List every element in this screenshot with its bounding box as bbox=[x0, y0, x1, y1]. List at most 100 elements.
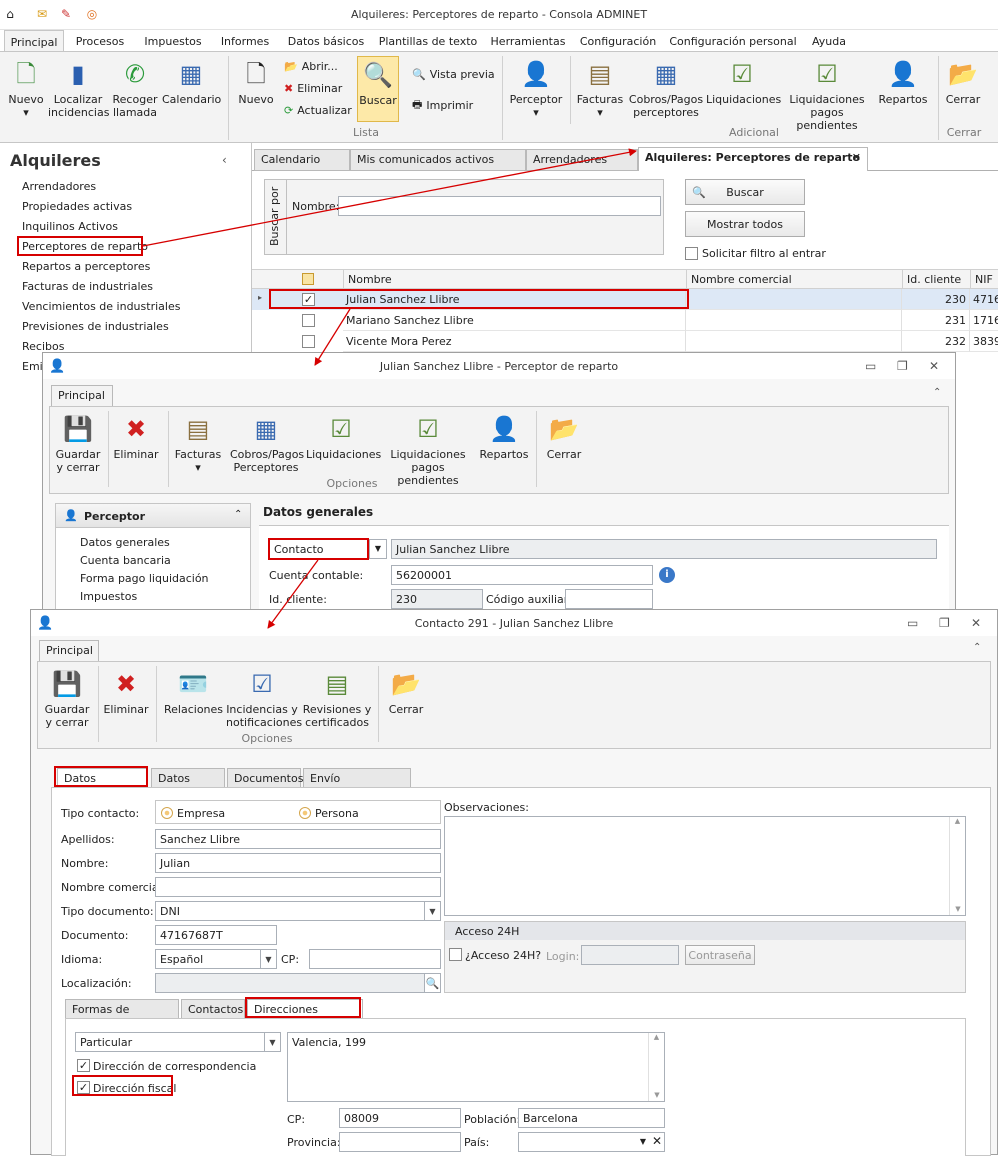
eliminar-button[interactable]: ✖ Eliminar bbox=[284, 82, 342, 95]
collapse-ribbon-icon[interactable]: ⌃ bbox=[933, 387, 941, 398]
idioma-select[interactable]: Español ▼ bbox=[155, 949, 277, 969]
solicitar-filtro-checkbox[interactable] bbox=[685, 247, 698, 260]
table-row[interactable]: Vicente Mora Perez 232 3839 bbox=[252, 331, 998, 352]
incidencias-button[interactable]: ☑ Incidencias y notificaciones bbox=[226, 668, 302, 730]
tab-plantillas[interactable]: Plantillas de texto bbox=[378, 30, 478, 52]
nombre-comercial-input[interactable] bbox=[155, 877, 441, 897]
liquidaciones-pendientes-button[interactable]: ☑ Liquidaciones pagos pendientes bbox=[380, 413, 476, 488]
codigo-auxiliar-input[interactable] bbox=[565, 589, 653, 609]
row-checkbox[interactable] bbox=[302, 314, 315, 327]
liquidaciones-pendientes-button[interactable]: ☑ Liquidaciones pagos pendientes bbox=[780, 58, 874, 133]
observaciones-textarea[interactable]: ▲ ▼ bbox=[444, 816, 966, 916]
tab-config-personal[interactable]: Configuración personal bbox=[668, 30, 798, 52]
documento-input[interactable]: 47167687T bbox=[155, 925, 277, 945]
sidebar-item-vencimientos[interactable]: Vencimientos de industriales bbox=[22, 300, 180, 313]
scrollbar[interactable]: ▲ ▼ bbox=[949, 817, 965, 915]
liquidaciones-button[interactable]: ☑ Liquidaciones bbox=[306, 413, 381, 462]
cp-direccion-input[interactable]: 08009 bbox=[339, 1108, 461, 1128]
facturas-button[interactable]: ▤ Facturas ▾ bbox=[574, 58, 626, 120]
contrasena-button[interactable]: Contraseña bbox=[685, 945, 755, 965]
tab-datos-cliente[interactable]: Datos cliente bbox=[151, 768, 225, 798]
sidebar-item-propiedades[interactable]: Propiedades activas bbox=[22, 200, 132, 213]
tab-documentos[interactable]: Documentos bbox=[227, 768, 303, 788]
guardar-cerrar-button[interactable]: 💾 Guardar y cerrar bbox=[54, 413, 102, 475]
cobros-pagos-button[interactable]: ▦ Cobros/Pagos Perceptores bbox=[230, 413, 304, 475]
search-icon[interactable]: 🔍 bbox=[424, 974, 440, 992]
nav-item-impuestos[interactable]: Impuestos bbox=[80, 590, 137, 603]
select-all-checkbox[interactable] bbox=[302, 273, 314, 285]
nav-header[interactable]: 👤 Perceptor ⌃ bbox=[56, 504, 250, 528]
tab-impuestos[interactable]: Impuestos bbox=[140, 30, 206, 52]
sidebar-item-repartos[interactable]: Repartos a perceptores bbox=[22, 260, 150, 273]
tab-configuracion[interactable]: Configuración bbox=[578, 30, 658, 52]
mostrar-todos-button[interactable]: Mostrar todos bbox=[685, 211, 805, 237]
imprimir-button[interactable]: 🖶 Imprimir bbox=[412, 96, 473, 115]
abrir-button[interactable]: 📂 Abrir... bbox=[284, 60, 338, 73]
nav-item-forma-pago[interactable]: Forma pago liquidación bbox=[80, 572, 209, 585]
table-row[interactable]: Mariano Sanchez Llibre 231 1716 bbox=[252, 310, 998, 331]
close-icon[interactable]: ✕ bbox=[852, 151, 861, 164]
chevron-down-icon[interactable]: ▼ bbox=[369, 539, 387, 559]
collapse-ribbon-icon[interactable]: ⌃ bbox=[973, 642, 981, 653]
recoger-llamada-button[interactable]: ✆ Recoger llamada bbox=[108, 58, 162, 120]
apellidos-input[interactable]: Sanchez Llibre bbox=[155, 829, 441, 849]
relaciones-button[interactable]: 🪪 Relaciones bbox=[164, 668, 223, 717]
perceptor-button[interactable]: 👤 Perceptor ▾ bbox=[506, 58, 566, 120]
tab-procesos[interactable]: Procesos bbox=[70, 30, 130, 52]
direccion-tipo-select[interactable]: Particular ▼ bbox=[75, 1032, 281, 1052]
minimize-icon[interactable]: ▭ bbox=[907, 616, 918, 630]
tab-herramientas[interactable]: Herramientas bbox=[488, 30, 568, 52]
subtab-contactos[interactable]: Contactos bbox=[181, 999, 245, 1019]
close-icon[interactable]: ✕ bbox=[971, 616, 981, 630]
col-nombre-comercial[interactable]: Nombre comercial bbox=[686, 270, 902, 289]
sidebar-item-inquilinos[interactable]: Inquilinos Activos bbox=[22, 220, 118, 233]
tab-datos-basicos[interactable]: Datos básicos bbox=[284, 30, 368, 52]
clear-icon[interactable]: ✕ bbox=[652, 1134, 662, 1148]
col-nif[interactable]: NIF bbox=[970, 270, 998, 289]
vista-previa-button[interactable]: 🔍 Vista previa bbox=[412, 68, 495, 81]
chevron-up-icon[interactable]: ⌃ bbox=[234, 509, 242, 520]
chevron-down-icon[interactable]: ▼ bbox=[264, 1033, 280, 1051]
perceptor-tab-principal[interactable]: Principal bbox=[51, 385, 113, 407]
guardar-cerrar-button[interactable]: 💾 Guardar y cerrar bbox=[42, 668, 92, 730]
pais-select[interactable]: ▼ ✕ bbox=[518, 1132, 665, 1152]
subtab-formas-contactar[interactable]: Formas de contactar bbox=[65, 999, 179, 1029]
localizar-incidencias-button[interactable]: ▮ Localizar incidencias bbox=[48, 58, 109, 120]
col-nombre[interactable]: Nombre bbox=[343, 270, 686, 289]
sidebar-item-facturas[interactable]: Facturas de industriales bbox=[22, 280, 153, 293]
tipo-documento-select[interactable]: DNI ▼ bbox=[155, 901, 441, 921]
cobros-pagos-button[interactable]: ▦ Cobros/Pagos perceptores bbox=[628, 58, 704, 120]
restore-icon[interactable]: ❐ bbox=[939, 616, 950, 630]
nav-item-datos-generales[interactable]: Datos generales bbox=[80, 536, 170, 549]
doc-tab-arrendadores[interactable]: Arrendadores bbox=[526, 149, 638, 171]
close-icon[interactable]: ✕ bbox=[929, 359, 939, 373]
cerrar-button[interactable]: 📂 Cerrar bbox=[940, 58, 986, 107]
col-id-cliente[interactable]: Id. cliente bbox=[902, 270, 970, 289]
nuevo-lista-button[interactable]: 🗋 Nuevo bbox=[234, 58, 278, 107]
contacto-tab-principal[interactable]: Principal bbox=[39, 640, 99, 662]
eliminar-button[interactable]: ✖ Eliminar bbox=[112, 413, 160, 462]
doc-tab-calendario[interactable]: Calendario bbox=[254, 149, 350, 171]
liquidaciones-button[interactable]: ☑ Liquidaciones bbox=[706, 58, 781, 107]
actualizar-button[interactable]: ⟳ Actualizar bbox=[284, 104, 352, 117]
facturas-button[interactable]: ▤ Facturas ▾ bbox=[172, 413, 224, 475]
radio-empresa[interactable] bbox=[161, 807, 173, 819]
nombre-input[interactable]: Julian bbox=[155, 853, 441, 873]
buscar-button[interactable]: 🔍 Buscar bbox=[357, 56, 399, 122]
collapse-chevron-icon[interactable]: ‹ bbox=[222, 153, 227, 167]
restore-icon[interactable]: ❐ bbox=[897, 359, 908, 373]
revisiones-button[interactable]: ▤ Revisiones y certificados bbox=[302, 668, 372, 730]
cerrar-button[interactable]: 📂 Cerrar bbox=[382, 668, 430, 717]
cp-input[interactable] bbox=[309, 949, 441, 969]
chevron-down-icon[interactable]: ▼ bbox=[424, 902, 440, 920]
tab-informes[interactable]: Informes bbox=[216, 30, 274, 52]
buscar-filter-button[interactable]: 🔍 Buscar bbox=[685, 179, 805, 205]
provincia-input[interactable] bbox=[339, 1132, 461, 1152]
repartos-button[interactable]: 👤 Repartos bbox=[876, 58, 930, 107]
sidebar-item-arrendadores[interactable]: Arrendadores bbox=[22, 180, 96, 193]
row-checkbox[interactable] bbox=[302, 335, 315, 348]
chevron-down-icon[interactable]: ▼ bbox=[640, 1137, 646, 1146]
cuenta-input[interactable]: 56200001 bbox=[391, 565, 653, 585]
sidebar-item-previsiones[interactable]: Previsiones de industriales bbox=[22, 320, 169, 333]
doc-tab-comunicados[interactable]: Mis comunicados activos bbox=[350, 149, 526, 171]
